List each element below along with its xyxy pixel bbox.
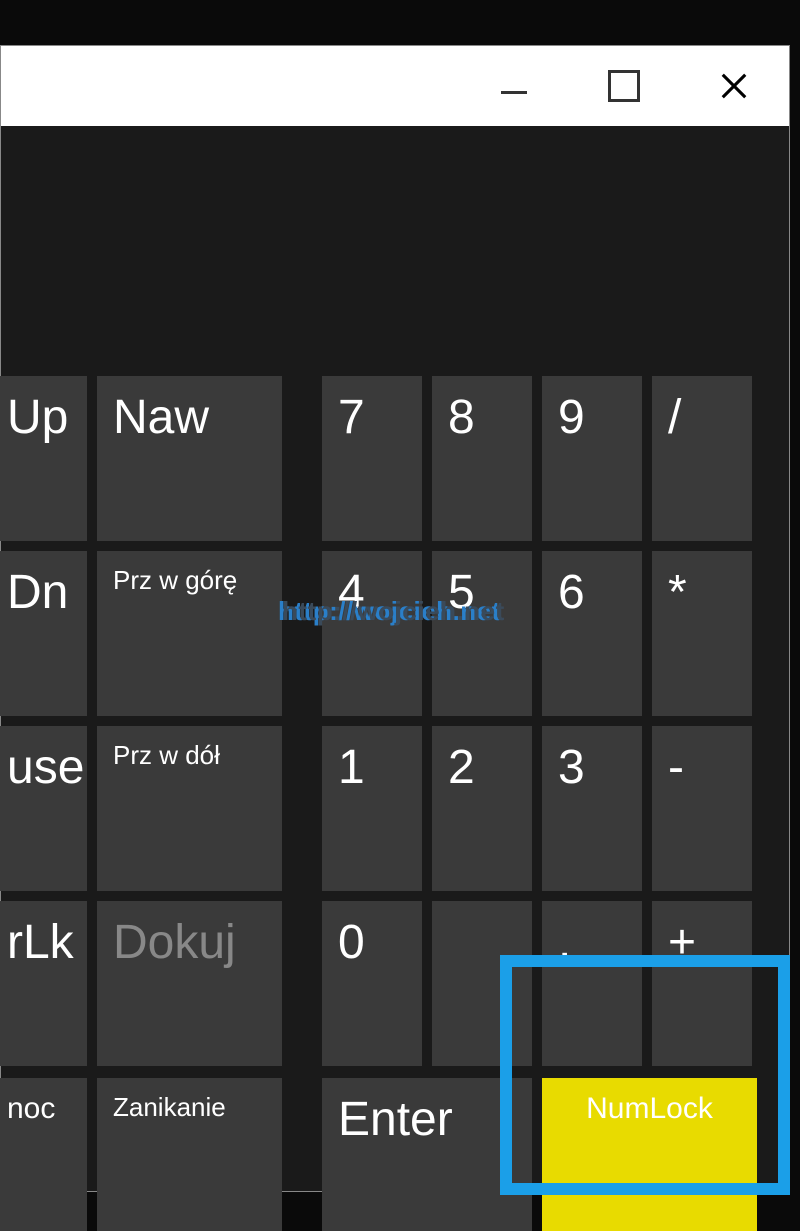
key-grid: Up Naw 7 8 9 / Dn Prz w górę 4 5 6 * use… [0, 376, 757, 1231]
key-row-5: noc Zanikanie Enter NumLock [0, 1078, 757, 1231]
key-row-2: Dn Prz w górę 4 5 6 * [0, 551, 757, 716]
key-nav[interactable]: Naw [97, 376, 282, 541]
key-subtract[interactable]: - [652, 726, 752, 891]
key-add[interactable]: + [652, 901, 752, 1066]
close-button[interactable] [679, 46, 789, 126]
key-row-1: Up Naw 7 8 9 / [0, 376, 757, 541]
key-9[interactable]: 9 [542, 376, 642, 541]
key-0[interactable]: 0 [322, 901, 422, 1066]
key-7[interactable]: 7 [322, 376, 422, 541]
key-fade[interactable]: Zanikanie [97, 1078, 282, 1231]
osk-window: Up Naw 7 8 9 / Dn Prz w górę 4 5 6 * use… [0, 45, 790, 1192]
key-numlock[interactable]: NumLock [542, 1078, 757, 1231]
minimize-button[interactable] [459, 46, 569, 126]
key-scrlk[interactable]: rLk [0, 901, 87, 1066]
key-pgdn[interactable]: Dn [0, 551, 87, 716]
key-2[interactable]: 2 [432, 726, 532, 891]
key-1[interactable]: 1 [322, 726, 422, 891]
key-6[interactable]: 6 [542, 551, 642, 716]
key-row-4: rLk Dokuj 0 . + [0, 901, 757, 1066]
key-move-up[interactable]: Prz w górę [97, 551, 282, 716]
maximize-button[interactable] [569, 46, 679, 126]
key-dock[interactable]: Dokuj [97, 901, 282, 1066]
close-icon [719, 71, 749, 101]
key-3[interactable]: 3 [542, 726, 642, 891]
key-multiply[interactable]: * [652, 551, 752, 716]
key-blank[interactable] [432, 901, 532, 1066]
key-4[interactable]: 4 [322, 551, 422, 716]
key-divide[interactable]: / [652, 376, 752, 541]
key-row-3: use Prz w dół 1 2 3 - [0, 726, 757, 891]
key-move-down[interactable]: Prz w dół [97, 726, 282, 891]
key-5[interactable]: 5 [432, 551, 532, 716]
window-titlebar [1, 46, 789, 126]
key-8[interactable]: 8 [432, 376, 532, 541]
key-pause[interactable]: use [0, 726, 87, 891]
key-dot[interactable]: . [542, 901, 642, 1066]
key-pgup[interactable]: Up [0, 376, 87, 541]
key-enter[interactable]: Enter [322, 1078, 532, 1231]
key-help[interactable]: noc [0, 1078, 87, 1231]
